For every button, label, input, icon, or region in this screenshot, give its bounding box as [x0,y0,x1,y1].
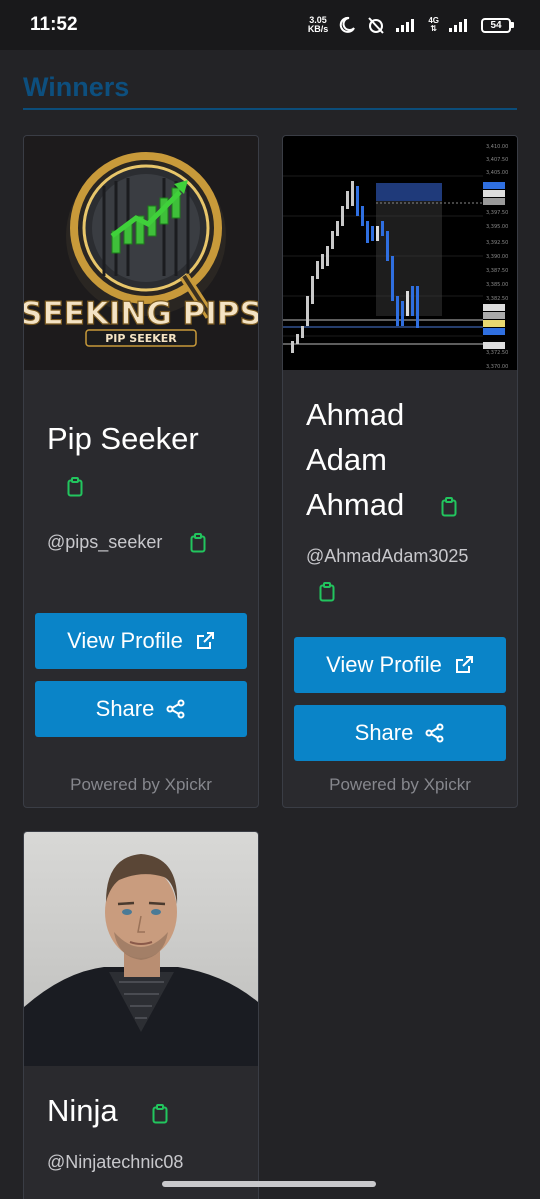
winner-card: Ninja @Ninjatechnic08 [23,831,259,1199]
svg-text:3,397.50: 3,397.50 [486,210,508,216]
section-title: Winners [23,72,130,102]
svg-text:3,395.00: 3,395.00 [486,224,508,230]
battery-icon: 54 [481,17,514,33]
seeking-pips-logo: SEEKING PIPS PIP SEEKER [24,136,258,370]
svg-text:3,387.50: 3,387.50 [486,268,508,274]
svg-text:3,370.00: 3,370.00 [486,364,508,370]
svg-text:3,382.50: 3,382.50 [486,296,508,302]
data-arrows-icon: ⇅ [430,24,438,33]
logo-text-main: SEEKING PIPS [24,296,258,332]
clipboard-icon[interactable] [67,477,83,497]
svg-text:3,390.00: 3,390.00 [486,254,508,260]
signal-icon-2 [449,19,467,32]
moon-icon [340,16,356,33]
share-button[interactable]: Share [294,705,506,761]
share-button[interactable]: Share [35,681,247,737]
winner-card: 3,410.00 3,407.50 3,405.00 3,397.50 3,395.… [282,135,518,808]
svg-text:3,410.00: 3,410.00 [486,144,508,150]
svg-text:3,392.50: 3,392.50 [486,240,508,246]
profile-photo [24,832,258,1066]
external-link-icon [455,656,473,673]
powered-by: Powered by Xpickr [329,775,471,794]
winner-card: SEEKING PIPS PIP SEEKER Pip Seeker @pips… [23,135,259,808]
svg-text:3,407.50: 3,407.50 [486,157,508,163]
net-speed-unit: KB/s [307,24,329,34]
svg-text:3,385.00: 3,385.00 [486,282,508,288]
powered-by: Powered by Xpickr [70,775,212,794]
view-profile-label: View Profile [67,628,183,653]
view-profile-button[interactable]: View Profile [294,637,506,693]
view-profile-button[interactable]: View Profile [35,613,247,669]
winner-handle: @Ninjatechnic08 [47,1152,184,1172]
home-indicator[interactable] [162,1181,376,1187]
winner-name: Ninja [47,1093,118,1128]
winner-handle: @AhmadAdam3025 [306,546,469,566]
winner-name: Ahmad Adam Ahmad [306,392,404,527]
logo-text-sub: PIP SEEKER [105,332,177,345]
status-time: 11:52 [30,14,78,35]
trading-chart-image: 3,410.00 3,407.50 3,405.00 3,397.50 3,395.… [283,136,517,370]
network-type: 4G ⇅ [428,17,439,33]
svg-text:3,405.00: 3,405.00 [486,170,508,176]
share-label: Share [95,696,155,721]
share-icon [166,699,185,719]
winner-handle: @pips_seeker [47,532,163,552]
winner-name-line: Ahmad [306,487,405,522]
status-bar: 11:52 3.05 KB/s 4G ⇅ 54 [0,0,540,50]
external-link-icon [196,632,214,649]
clipboard-icon[interactable] [152,1104,168,1124]
net-speed: 3.05 KB/s [308,16,329,34]
signal-icon [396,19,415,32]
share-icon [425,723,444,743]
winner-name-line: Ahmad [306,397,405,432]
share-label: Share [354,720,414,745]
status-icons: 3.05 KB/s 4G ⇅ 54 [308,15,514,35]
view-profile-label: View Profile [326,652,442,677]
winner-name-line: Adam [306,442,387,477]
winner-name: Pip Seeker [47,421,199,456]
clipboard-icon[interactable] [319,582,335,602]
clipboard-icon[interactable] [441,497,457,517]
battery-level: 54 [481,17,511,33]
svg-text:3,372.50: 3,372.50 [486,350,508,356]
clipboard-icon[interactable] [190,533,206,553]
section-divider [23,108,517,110]
alarm-off-icon [368,17,385,34]
